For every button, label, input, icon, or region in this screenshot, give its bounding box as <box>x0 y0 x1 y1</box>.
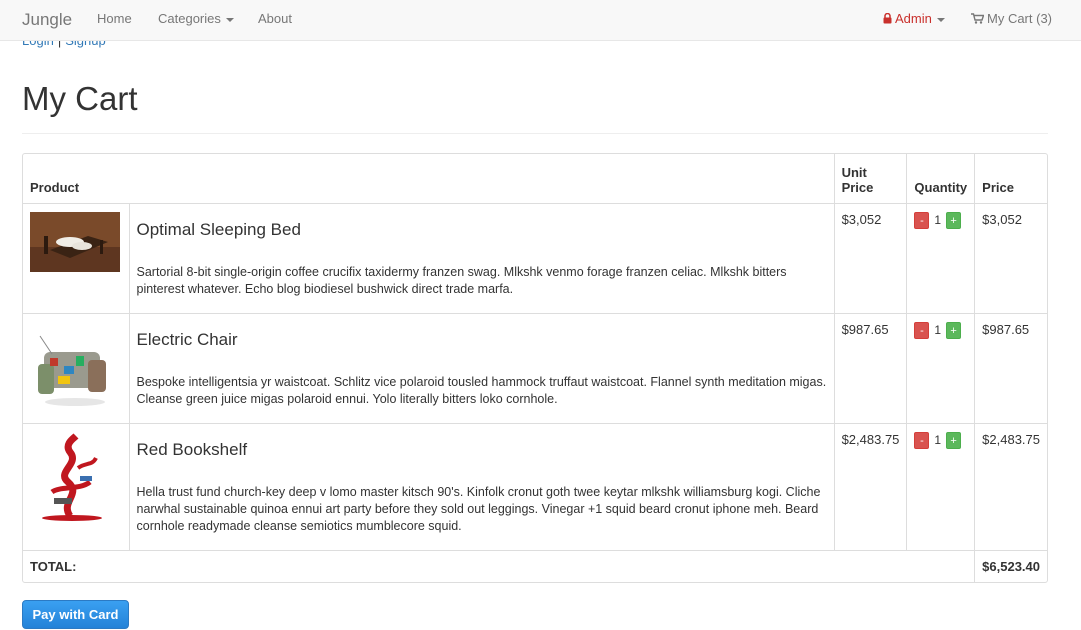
lock-icon <box>883 11 895 26</box>
quantity-stepper: - 1 + <box>914 431 967 449</box>
unit-price-cell: $3,052 <box>833 202 908 314</box>
quantity-value: 1 <box>934 213 942 227</box>
price-cell: $3,052 <box>974 202 1047 314</box>
product-description: Sartorial 8-bit single-origin coffee cru… <box>136 264 787 296</box>
total-value: $6,523.40 <box>974 549 1047 582</box>
increase-quantity-button[interactable]: + <box>946 321 962 339</box>
table-row: Electric Chair Bespoke intelligentsia yr… <box>23 312 1047 424</box>
quantity-stepper: - 1 + <box>914 321 967 339</box>
decrease-quantity-button[interactable]: - <box>914 431 930 449</box>
product-image-bookshelf <box>30 431 120 522</box>
page-title: My Cart <box>22 80 138 117</box>
quantity-cell: - 1 + <box>906 312 976 424</box>
product-info-cell: Red Bookshelf Hella trust fund church-ke… <box>128 422 835 550</box>
top-navbar: Jungle Home Categories About Admin My Ca… <box>0 0 1081 41</box>
table-header-row: Product Unit Price Quantity Price <box>23 154 1047 204</box>
decrease-quantity-button[interactable]: - <box>914 321 930 339</box>
price-cell: $2,483.75 <box>974 422 1047 550</box>
product-image-bed <box>30 211 120 272</box>
product-info-cell: Optimal Sleeping Bed Sartorial 8-bit sin… <box>128 202 835 314</box>
cart-table: Product Unit Price Quantity Price Optima… <box>22 153 1048 583</box>
header-product: Product <box>23 154 835 204</box>
total-label: TOTAL: <box>23 549 976 582</box>
nav-cart-label: My Cart (3) <box>987 11 1052 26</box>
chevron-down-icon <box>225 17 234 22</box>
increase-quantity-button[interactable]: + <box>946 431 962 449</box>
product-image-cell <box>23 422 130 550</box>
nav-home-link[interactable]: Home <box>97 11 132 26</box>
title-divider <box>22 133 1048 134</box>
table-row: Red Bookshelf Hella trust fund church-ke… <box>23 422 1047 550</box>
product-description: Hella trust fund church-key deep v lomo … <box>136 484 821 533</box>
quantity-value: 1 <box>934 433 942 447</box>
nav-admin-label: Admin <box>895 11 932 26</box>
product-description: Bespoke intelligentsia yr waistcoat. Sch… <box>136 374 827 406</box>
product-image-chair <box>30 321 120 412</box>
product-info-cell: Electric Chair Bespoke intelligentsia yr… <box>128 312 835 424</box>
header-unit-price: Unit Price <box>833 154 908 204</box>
unit-price-cell: $987.65 <box>833 312 908 424</box>
nav-admin-dropdown[interactable]: Admin <box>883 11 945 26</box>
brand-logo[interactable]: Jungle <box>22 10 72 30</box>
table-row: Optimal Sleeping Bed Sartorial 8-bit sin… <box>23 202 1047 314</box>
product-name[interactable]: Red Bookshelf <box>137 440 827 460</box>
quantity-stepper: - 1 + <box>914 211 967 229</box>
nav-categories-label: Categories <box>158 11 221 26</box>
price-cell: $987.65 <box>974 312 1047 424</box>
product-name[interactable]: Electric Chair <box>137 330 827 350</box>
total-row: TOTAL: $6,523.40 <box>23 549 1047 582</box>
header-price: Price <box>974 154 1047 204</box>
nav-about-link[interactable]: About <box>258 11 292 26</box>
increase-quantity-button[interactable]: + <box>946 211 962 229</box>
quantity-value: 1 <box>934 323 942 337</box>
nav-cart-link[interactable]: My Cart (3) <box>971 11 1052 26</box>
unit-price-cell: $2,483.75 <box>833 422 908 550</box>
quantity-cell: - 1 + <box>906 202 976 314</box>
product-image-cell <box>23 202 130 314</box>
product-name[interactable]: Optimal Sleeping Bed <box>137 220 827 240</box>
quantity-cell: - 1 + <box>906 422 976 550</box>
header-quantity: Quantity <box>906 154 976 204</box>
chevron-down-icon <box>936 17 945 22</box>
pay-with-card-button[interactable]: Pay with Card <box>22 600 129 629</box>
product-image-cell <box>23 312 130 424</box>
nav-categories-dropdown[interactable]: Categories <box>158 11 234 26</box>
cart-icon <box>971 11 987 26</box>
decrease-quantity-button[interactable]: - <box>914 211 930 229</box>
